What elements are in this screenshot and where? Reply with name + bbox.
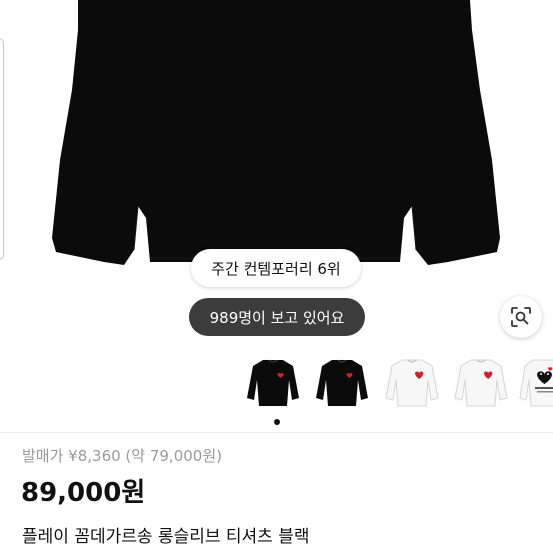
thumbnail-3[interactable] xyxy=(382,350,442,414)
side-panel-handle[interactable] xyxy=(0,38,4,260)
release-price: 발매가 ¥8,360 (약 79,000원) xyxy=(22,447,222,465)
black-longsleeve-shirt-image xyxy=(52,0,500,265)
image-search-button[interactable] xyxy=(500,296,542,338)
weekly-rank-badge: 주간 컨템포러리 6위 xyxy=(191,249,361,287)
thumbnail-5[interactable] xyxy=(519,350,553,414)
viewers-text: 989명이 보고 있어요 xyxy=(209,308,345,327)
section-divider xyxy=(0,432,553,433)
thumbnail-4[interactable] xyxy=(451,350,511,414)
graphic-shirt-thumbnail-icon xyxy=(519,359,553,407)
thumbnail-2[interactable] xyxy=(312,350,372,414)
thumbnail-1[interactable] xyxy=(243,350,303,414)
weekly-rank-text: 주간 컨템포러리 6위 xyxy=(211,259,341,278)
white-shirt-thumbnail-icon xyxy=(454,359,508,407)
black-shirt-thumbnail-icon xyxy=(247,359,299,406)
current-price: 89,000원 xyxy=(21,478,146,508)
thumbnail-strip xyxy=(243,350,553,416)
product-image[interactable] xyxy=(0,0,553,345)
white-shirt-thumbnail-icon xyxy=(385,359,439,407)
viewers-badge: 989명이 보고 있어요 xyxy=(189,298,365,336)
carousel-active-indicator xyxy=(274,419,280,425)
product-title: 플레이 꼼데가르송 롱슬리브 티셔츠 블랙 xyxy=(22,527,310,547)
lens-search-icon xyxy=(511,307,531,327)
black-shirt-thumbnail-icon xyxy=(316,359,368,406)
